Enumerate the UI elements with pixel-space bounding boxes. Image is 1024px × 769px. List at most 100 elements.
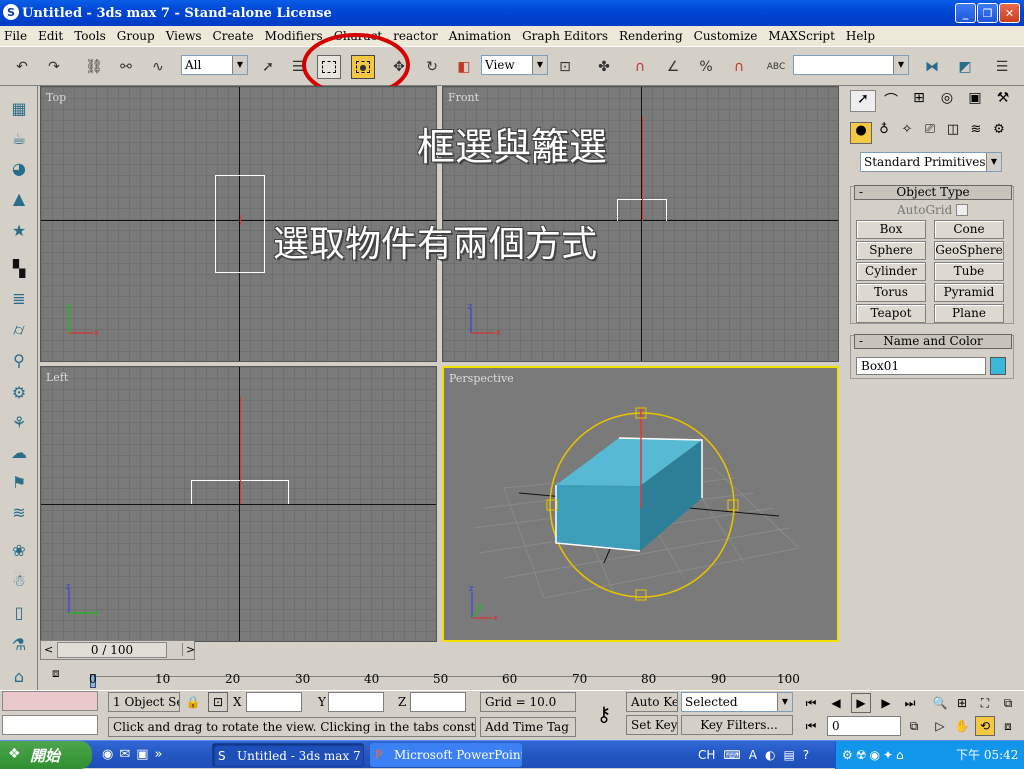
cylinder-button[interactable]: Cylinder xyxy=(856,262,926,281)
z-coordinate-input[interactable] xyxy=(410,692,466,712)
teapot-icon[interactable]: ☕ xyxy=(7,126,31,150)
box-button[interactable]: Box xyxy=(856,220,926,239)
menu-edit[interactable]: Edit xyxy=(38,29,63,43)
bind-space-warp-icon[interactable]: ∿ xyxy=(146,55,170,79)
zoom-extents-all-icon[interactable]: ⧉ xyxy=(998,693,1018,713)
geometry-icon[interactable]: ● xyxy=(850,122,872,144)
menu-customize[interactable]: Customize xyxy=(694,29,758,43)
viewport-label-left[interactable]: Left xyxy=(46,371,68,384)
unlink-icon[interactable]: ⚯ xyxy=(114,55,138,79)
knot-icon[interactable]: ❀ xyxy=(7,538,31,562)
next-frame-icon[interactable]: ▶ xyxy=(876,693,896,713)
lock-icon[interactable]: 🔒 xyxy=(183,692,203,712)
language-indicator[interactable]: CH xyxy=(698,741,715,769)
sphere-button[interactable]: Sphere xyxy=(856,241,926,260)
go-to-end-icon[interactable]: ⏭ xyxy=(900,693,920,713)
undo-icon[interactable]: ↶ xyxy=(10,55,34,79)
key-filters-button[interactable]: Key Filters... xyxy=(681,715,793,735)
menu-rendering[interactable]: Rendering xyxy=(619,29,683,43)
key-mode-dropdown[interactable]: Selected ▼ xyxy=(681,692,793,712)
start-button[interactable]: ❖ 開始 xyxy=(0,741,92,769)
menu-maxscript[interactable]: MAXScript xyxy=(768,29,835,43)
select-and-rotate-icon[interactable]: ↻ xyxy=(420,55,444,79)
reference-coordinate-dropdown[interactable]: View ▼ xyxy=(481,55,548,75)
key-mode-toggle-icon[interactable]: ⏮ xyxy=(801,716,821,736)
primitive-category-dropdown[interactable]: Standard Primitives ▼ xyxy=(860,152,1002,172)
gear-icon[interactable]: ⚙ xyxy=(7,380,31,404)
cone-button[interactable]: Cone xyxy=(934,220,1004,239)
maximize-viewport-icon[interactable]: ⧈ xyxy=(998,716,1018,736)
track-bar[interactable]: ⧈ 0 10 20 30 40 50 60 70 80 90 100 xyxy=(40,664,840,690)
go-to-start-icon[interactable]: ⏮ xyxy=(801,693,821,713)
manipulate-icon[interactable]: ✤ xyxy=(592,55,616,79)
time-slider-track[interactable]: < 0 / 100 > xyxy=(40,640,195,660)
sphere-icon[interactable]: ◕ xyxy=(7,156,31,180)
lamp-icon[interactable]: ⚘ xyxy=(7,410,31,434)
minimize-button[interactable]: _ xyxy=(955,3,976,23)
zoom-all-icon[interactable]: ⊞ xyxy=(952,693,972,713)
punctuation-icon[interactable]: ▤ xyxy=(783,741,794,769)
ime-icon[interactable]: ⌨ xyxy=(723,741,740,769)
x-coordinate-input[interactable] xyxy=(246,692,302,712)
tray-icons[interactable]: ⚙☢◉✦⌂ xyxy=(842,741,907,769)
maxscript-listener-mini[interactable] xyxy=(2,691,98,711)
name-color-rollout-header[interactable]: - Name and Color xyxy=(854,334,1012,349)
snaps-toggle-icon[interactable]: ∩ xyxy=(628,55,652,79)
viewport-perspective[interactable]: z x y Perspective xyxy=(442,366,839,642)
mirror-icon[interactable]: ⧓ xyxy=(920,55,944,79)
viewport-label-front[interactable]: Front xyxy=(448,91,479,104)
objects-tab-icon[interactable]: ▦ xyxy=(7,96,31,120)
full-width-icon[interactable]: ◐ xyxy=(765,741,775,769)
maxscript-output-mini[interactable] xyxy=(2,715,98,735)
select-object-icon[interactable]: ➚ xyxy=(256,55,280,79)
geosphere-button[interactable]: GeoSphere xyxy=(934,241,1004,260)
menu-tools[interactable]: Tools xyxy=(74,29,106,43)
stair-icon[interactable]: ⌂ xyxy=(7,664,31,688)
tube-button[interactable]: Tube xyxy=(934,262,1004,281)
cloth-icon[interactable]: ⚑ xyxy=(7,470,31,494)
angle-snap-icon[interactable]: ∠ xyxy=(661,55,685,79)
set-key-button[interactable]: Set Key xyxy=(626,715,678,735)
pan-hand-icon[interactable]: ✋ xyxy=(952,716,972,736)
ime-mode-icon[interactable]: A xyxy=(749,741,757,769)
cone-icon[interactable]: ▲ xyxy=(7,186,31,210)
align-icon[interactable]: ◩ xyxy=(953,55,977,79)
percent-snap-icon[interactable]: % xyxy=(694,55,718,79)
pipe-icon[interactable]: ⚲ xyxy=(7,348,31,372)
menu-animation[interactable]: Animation xyxy=(449,29,511,43)
set-key-icon[interactable]: ⚷ xyxy=(586,701,622,727)
object-type-rollout-header[interactable]: - Object Type xyxy=(854,185,1012,200)
plane-button[interactable]: Plane xyxy=(934,304,1004,323)
desktop-icon[interactable]: ▣ xyxy=(136,747,148,762)
restore-button[interactable]: ❐ xyxy=(977,3,998,23)
taskbar-item-powerpoint[interactable]: P Microsoft PowerPoint ... xyxy=(370,743,522,767)
blob-icon[interactable]: ☁ xyxy=(7,440,31,464)
menu-views[interactable]: Views xyxy=(166,29,202,43)
pyramid-button[interactable]: Pyramid xyxy=(934,283,1004,302)
create-tab-icon[interactable]: ➚ xyxy=(850,90,876,112)
3dsmax-app-icon[interactable]: S xyxy=(3,4,19,20)
autogrid-checkbox[interactable] xyxy=(956,204,968,216)
current-frame-input[interactable]: 0 xyxy=(827,716,901,736)
dynamics-icon[interactable]: ⚗ xyxy=(7,632,31,656)
space-warps-icon[interactable]: ≋ xyxy=(965,122,987,144)
coil-icon[interactable]: ≣ xyxy=(7,286,31,310)
auto-key-button[interactable]: Auto Key xyxy=(626,692,678,712)
field-of-view-icon[interactable]: ▷ xyxy=(930,716,950,736)
viewport-left[interactable]: Left zy xyxy=(40,366,437,642)
cameras-icon[interactable]: ⎚ xyxy=(919,122,941,144)
mini-curve-editor-icon[interactable]: ⧈ xyxy=(52,666,72,684)
spinner-snap-icon[interactable]: ∩ xyxy=(727,55,751,79)
checker-icon[interactable]: ▚ xyxy=(7,256,31,280)
star-icon[interactable]: ★ xyxy=(7,218,31,242)
utilities-tab-icon[interactable]: ⚒ xyxy=(990,90,1016,112)
select-and-scale-icon[interactable]: ◧ xyxy=(452,55,476,79)
helpers-icon[interactable]: ◫ xyxy=(942,122,964,144)
arc-rotate-icon[interactable]: ⟲ xyxy=(975,716,995,736)
torus-button[interactable]: Torus xyxy=(856,283,926,302)
display-tab-icon[interactable]: ▣ xyxy=(962,90,988,112)
time-configuration-icon[interactable]: ⧉ xyxy=(904,716,924,736)
time-prev-button[interactable]: < xyxy=(44,643,53,656)
object-color-swatch[interactable] xyxy=(990,357,1006,375)
menu-create[interactable]: Create xyxy=(213,29,254,43)
